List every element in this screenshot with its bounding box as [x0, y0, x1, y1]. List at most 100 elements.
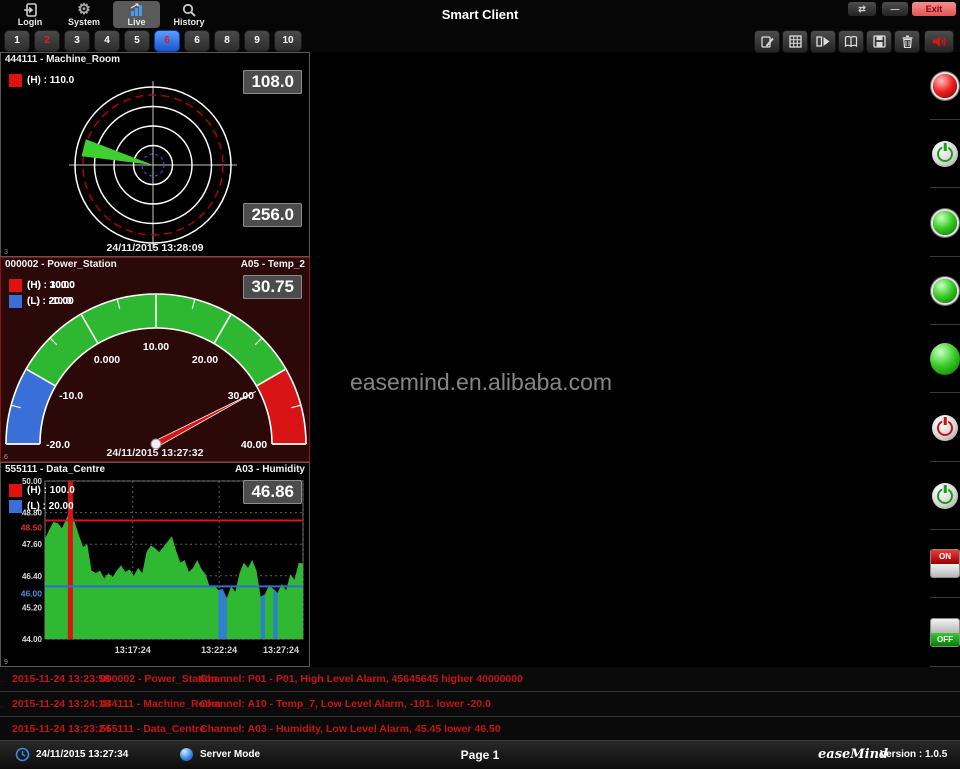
- sidebar-cell: ON: [930, 530, 960, 598]
- value-readout-top: 108.0: [243, 70, 302, 94]
- low-legend-swatch: [9, 500, 22, 513]
- sidebar-cell: [930, 257, 960, 325]
- version-label: Version : 1.0.5: [880, 749, 947, 760]
- high-legend-swatch: [9, 74, 22, 87]
- power-icon: [937, 420, 953, 436]
- tab-8[interactable]: 8: [214, 30, 240, 52]
- top-toolbar: Login ⚙ System Live History Smart Client…: [0, 0, 960, 52]
- svg-text:10.00: 10.00: [143, 341, 169, 353]
- panel-number: 6: [4, 454, 8, 461]
- svg-text:46.00: 46.00: [21, 588, 43, 598]
- legend: (H) : 100.0 (L) : 20.00: [9, 484, 75, 516]
- tab-2[interactable]: 2: [34, 30, 60, 52]
- svg-text:0.000: 0.000: [94, 354, 120, 366]
- red-power-button[interactable]: [932, 415, 958, 441]
- tab-5[interactable]: 5: [124, 30, 150, 52]
- tab-1[interactable]: 1: [4, 30, 30, 52]
- off-switch[interactable]: OFF: [930, 618, 960, 647]
- svg-text:45.20: 45.20: [22, 603, 43, 612]
- alarm-message: Channel: A10 - Temp_7, Low Level Alarm, …: [200, 698, 960, 710]
- tab-6[interactable]: 6: [154, 30, 180, 52]
- alarm-message: Channel: P01 - P01, High Level Alarm, 45…: [200, 673, 960, 685]
- save-button[interactable]: [866, 30, 892, 53]
- login-button[interactable]: Login: [8, 1, 52, 28]
- green-indicator-button[interactable]: [933, 211, 957, 235]
- svg-text:20.00: 20.00: [192, 354, 218, 366]
- edit-button[interactable]: [754, 30, 780, 53]
- svg-text:13:22:24: 13:22:24: [201, 645, 237, 655]
- system-button[interactable]: ⚙ System: [58, 1, 110, 28]
- alarm-row[interactable]: 2015-11-24 13:23:58 000002 - Power_Stati…: [0, 667, 960, 692]
- sidebar-cell: [930, 189, 960, 257]
- sidebar-cell: [930, 462, 960, 530]
- green-indicator-button[interactable]: [933, 279, 957, 303]
- live-button[interactable]: Live: [113, 1, 160, 28]
- tab-4[interactable]: 4: [94, 30, 120, 52]
- sidebar-cell: OFF: [930, 599, 960, 667]
- tab-10[interactable]: 10: [274, 30, 302, 52]
- alarm-site: 555111 - Data_Centre: [100, 723, 200, 735]
- trash-icon: [901, 35, 914, 48]
- sidebar-cell: [930, 120, 960, 188]
- panel-arc-gauge-alarm: 000002 - Power_StationA05 - Temp_2 (H) :…: [0, 257, 310, 462]
- on-switch[interactable]: ON: [930, 549, 960, 578]
- restore-button[interactable]: ⇄: [848, 2, 876, 16]
- svg-text:44.00: 44.00: [22, 635, 43, 644]
- history-button[interactable]: History: [163, 1, 215, 28]
- svg-text:46.40: 46.40: [22, 572, 43, 581]
- tab-3[interactable]: 3: [64, 30, 90, 52]
- grid-icon: [789, 35, 802, 48]
- save-icon: [873, 35, 886, 48]
- sidebar-cell: [930, 325, 960, 393]
- trash-button[interactable]: [894, 30, 920, 53]
- tab-9[interactable]: 9: [244, 30, 270, 52]
- panel-radar-gauge: 444111 - Machine_Room (H) : 110.0 108.0 …: [0, 52, 310, 257]
- alarm-row[interactable]: 2015-11-24 13:24:18 444111 - Machine_Roo…: [0, 692, 960, 717]
- alarm-time: 2015-11-24 13:23:24: [12, 723, 100, 735]
- svg-text:13:17:24: 13:17:24: [115, 645, 151, 655]
- grid-button[interactable]: [782, 30, 808, 53]
- book-icon: [844, 35, 858, 48]
- exit-button[interactable]: Exit: [912, 2, 956, 16]
- legend: (H) : 30.00 (L) : -10.0: [9, 279, 75, 311]
- red-indicator-button[interactable]: [933, 74, 957, 98]
- alarm-time: 2015-11-24 13:23:58: [12, 673, 100, 685]
- search-icon: [163, 1, 215, 17]
- svg-text:-10.0: -10.0: [59, 390, 83, 402]
- power-icon: [937, 146, 953, 162]
- svg-text:48.50: 48.50: [21, 523, 43, 533]
- alarm-site: 000002 - Power_Station: [100, 673, 200, 685]
- alarm-row[interactable]: 2015-11-24 13:23:24 555111 - Data_Centre…: [0, 717, 960, 742]
- play-export-button[interactable]: [810, 30, 836, 53]
- sidebar-cell: [930, 52, 960, 120]
- alarm-message: Channel: A03 - Humidity, Low Level Alarm…: [200, 723, 960, 735]
- high-legend-swatch: [9, 279, 22, 292]
- green-lamp: [930, 343, 960, 375]
- power-icon: [937, 488, 953, 504]
- panel-number: 9: [4, 659, 8, 666]
- book-button[interactable]: [838, 30, 864, 53]
- svg-text:47.60: 47.60: [22, 540, 43, 549]
- speaker-button[interactable]: [924, 30, 954, 53]
- page-label: Page 1: [0, 748, 960, 762]
- alarm-list: 2015-11-24 13:23:58 000002 - Power_Stati…: [0, 667, 960, 740]
- watermark: easemind.en.alibaba.com: [336, 369, 626, 396]
- green-power-button[interactable]: [932, 141, 958, 167]
- gear-icon: ⚙: [58, 1, 110, 17]
- value-readout: 46.86: [243, 480, 302, 504]
- panel-timestamp: 24/11/2015 13:27:32: [1, 447, 309, 459]
- panel-timestamp: 24/11/2015 13:28:09: [1, 242, 309, 254]
- value-readout-bottom: 256.0: [243, 203, 302, 227]
- green-power-button[interactable]: [932, 483, 958, 509]
- alarm-time: 2015-11-24 13:24:18: [12, 698, 100, 710]
- low-legend-swatch: [9, 295, 22, 308]
- legend: (H) : 110.0: [9, 74, 74, 90]
- login-icon: [8, 1, 52, 17]
- sidebar-cell: [930, 394, 960, 462]
- tab-7[interactable]: 6: [184, 30, 210, 52]
- svg-text:13:27:24: 13:27:24: [263, 645, 299, 655]
- minimize-button[interactable]: —: [882, 2, 908, 16]
- panel-number: 3: [4, 249, 8, 256]
- live-chart-icon: [113, 1, 160, 17]
- edit-icon: [761, 35, 774, 48]
